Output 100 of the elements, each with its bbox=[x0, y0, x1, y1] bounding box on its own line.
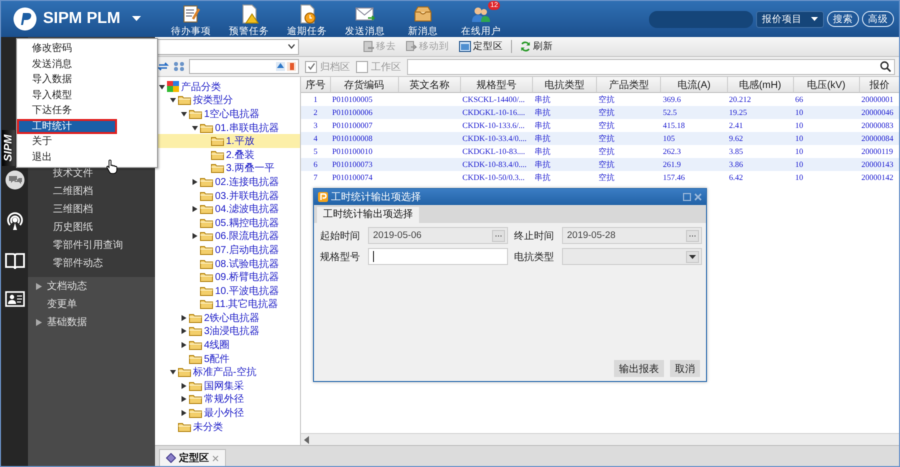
maximize-icon[interactable] bbox=[683, 193, 691, 201]
tree-node[interactable]: 按类型分 bbox=[155, 94, 300, 108]
menu-item[interactable]: 修改密码 bbox=[17, 41, 157, 56]
collapsed-arrow-icon[interactable] bbox=[181, 328, 187, 334]
input-field[interactable] bbox=[368, 248, 508, 265]
bottom-tab[interactable]: 定型区 bbox=[159, 449, 226, 466]
nav-item[interactable]: 零部件引用查询 bbox=[28, 237, 155, 255]
tree-node[interactable]: 08.试验电抗器 bbox=[155, 256, 300, 270]
tree-node[interactable]: 05.耦控电抗器 bbox=[155, 216, 300, 230]
collapsed-arrow-icon[interactable] bbox=[181, 410, 187, 416]
tree-node[interactable]: 11.其它电抗器 bbox=[155, 298, 300, 312]
column-header[interactable]: 电抗类型 bbox=[532, 77, 597, 92]
tree-node[interactable]: 10.平波电抗器 bbox=[155, 284, 300, 298]
dialog-button[interactable]: 取消 bbox=[670, 360, 700, 377]
tree-node[interactable]: 2.叠装 bbox=[155, 148, 300, 162]
menu-item[interactable]: 下达任务 bbox=[17, 103, 157, 118]
combo-field[interactable] bbox=[157, 38, 299, 54]
column-header[interactable]: 电流(A) bbox=[660, 77, 727, 92]
tree-node[interactable]: 产品分类 bbox=[155, 80, 300, 94]
hierarchy-icon[interactable] bbox=[173, 61, 185, 72]
search-button[interactable]: 高级 bbox=[862, 11, 894, 27]
dialog-button[interactable]: 输出报表 bbox=[614, 360, 664, 377]
column-header[interactable]: 英文名称 bbox=[398, 77, 460, 92]
tree-node[interactable]: 1.平放 bbox=[155, 134, 300, 148]
nav-item[interactable]: 技术文件 bbox=[28, 165, 155, 183]
toolbar-button[interactable]: 新消息 bbox=[394, 1, 452, 37]
menu-item[interactable]: 工时统计 bbox=[17, 118, 117, 134]
tree-node[interactable]: 07.启动电抗器 bbox=[155, 243, 300, 257]
tree-node[interactable]: 最小外径 bbox=[155, 406, 300, 420]
column-header[interactable]: 产品类型 bbox=[596, 77, 661, 92]
tree-node[interactable]: 06.限流电抗器 bbox=[155, 230, 300, 244]
nav-item[interactable]: 零部件动态 bbox=[28, 255, 155, 273]
expanded-arrow-icon[interactable] bbox=[170, 369, 176, 376]
date-field[interactable]: 2019-05-06 bbox=[368, 227, 508, 244]
tree-node[interactable]: 2铁心电抗器 bbox=[155, 311, 300, 325]
date-field[interactable]: 2019-05-28 bbox=[562, 227, 702, 244]
nav-item[interactable]: 历史图纸 bbox=[28, 219, 155, 237]
caret-icon[interactable] bbox=[132, 16, 142, 22]
tree-node[interactable]: 标准产品-空抗 bbox=[155, 365, 300, 380]
tree-node[interactable]: 国网集采 bbox=[155, 379, 300, 393]
id-card-icon[interactable] bbox=[4, 291, 24, 307]
dialog-tab[interactable]: 工时统计输出项选择 bbox=[317, 207, 419, 223]
nav-item[interactable]: 二维图档 bbox=[28, 183, 155, 201]
collapsed-arrow-icon[interactable] bbox=[181, 342, 187, 348]
tree-node[interactable]: 未分类 bbox=[155, 420, 300, 434]
collapsed-arrow-icon[interactable] bbox=[181, 314, 187, 321]
close-icon[interactable] bbox=[694, 193, 702, 201]
column-header[interactable]: 电感(mH) bbox=[727, 77, 794, 92]
collapsed-arrow-icon[interactable] bbox=[192, 233, 198, 240]
collapsed-arrow-icon[interactable] bbox=[181, 382, 187, 389]
checkbox[interactable] bbox=[356, 60, 368, 72]
column-header[interactable]: 电压(kV) bbox=[793, 77, 860, 92]
tree-node[interactable]: 01.串联电抗器 bbox=[155, 120, 300, 134]
tree-node[interactable]: 02.连接电抗器 bbox=[155, 175, 300, 189]
menu-item[interactable]: 退出 bbox=[17, 150, 157, 165]
toolbar-action[interactable]: 定型区 bbox=[457, 40, 505, 53]
tree-node[interactable]: 03.并联电抗器 bbox=[155, 188, 300, 202]
horizontal-scrollbar[interactable] bbox=[301, 433, 899, 445]
tree-node[interactable]: 1空心电抗器 bbox=[155, 107, 300, 121]
search-field[interactable] bbox=[407, 58, 895, 74]
nav-group[interactable]: 基础数据 bbox=[28, 313, 155, 331]
scope-dropdown[interactable]: 报价项目 bbox=[756, 10, 824, 28]
toolbar-action[interactable]: 刷新 bbox=[518, 40, 555, 53]
broadcast-icon[interactable] bbox=[4, 211, 24, 231]
close-icon[interactable] bbox=[212, 454, 219, 462]
menu-item[interactable]: 发送消息 bbox=[17, 56, 157, 72]
menu-item[interactable]: 关于 bbox=[17, 134, 157, 150]
tree-node[interactable]: 3.两叠一平 bbox=[155, 162, 300, 176]
tree-node[interactable]: 09.桥臂电抗器 bbox=[155, 270, 300, 284]
tree-node[interactable]: 3油浸电抗器 bbox=[155, 324, 300, 338]
nav-group[interactable]: 文档动态 bbox=[28, 277, 155, 295]
column-header[interactable]: 存货编码 bbox=[330, 77, 398, 92]
tree-node[interactable]: 4线圈 bbox=[155, 338, 300, 352]
search-field[interactable] bbox=[189, 59, 299, 74]
chat-icon[interactable] bbox=[4, 170, 24, 190]
toolbar-button[interactable]: 发送消息 bbox=[336, 1, 394, 37]
toolbar-button[interactable]: 预警任务 bbox=[220, 1, 278, 37]
collapsed-arrow-icon[interactable] bbox=[181, 396, 187, 402]
toolbar-button[interactable]: 逾期任务 bbox=[278, 1, 336, 37]
dropdown-field[interactable] bbox=[562, 248, 702, 265]
menu-item[interactable]: 导入模型 bbox=[17, 88, 157, 103]
expanded-arrow-icon[interactable] bbox=[192, 124, 198, 131]
tree-node[interactable]: 04.滤波电抗器 bbox=[155, 202, 300, 216]
expanded-arrow-icon[interactable] bbox=[170, 97, 176, 104]
expanded-arrow-icon[interactable] bbox=[159, 84, 165, 90]
menu-item[interactable]: 导入数据 bbox=[17, 72, 157, 88]
nav-group[interactable]: 变更单 bbox=[28, 295, 155, 313]
book-icon[interactable] bbox=[4, 252, 24, 270]
nav-item[interactable]: 三维图档 bbox=[28, 201, 155, 219]
tree-node[interactable]: 常规外径 bbox=[155, 392, 300, 406]
toolbar-button[interactable]: 待办事项 bbox=[162, 1, 220, 37]
search-button[interactable]: 搜索 bbox=[827, 11, 859, 27]
up-arrow-icon[interactable] bbox=[276, 62, 285, 71]
collapsed-arrow-icon[interactable] bbox=[192, 206, 198, 212]
column-header[interactable]: 规格型号 bbox=[460, 77, 533, 92]
column-header[interactable]: 报价 bbox=[859, 77, 899, 92]
column-header[interactable]: 序号 bbox=[301, 77, 330, 92]
search-field[interactable] bbox=[649, 10, 753, 28]
checkbox[interactable] bbox=[305, 60, 317, 72]
tree-node[interactable]: 5配件 bbox=[155, 352, 300, 366]
